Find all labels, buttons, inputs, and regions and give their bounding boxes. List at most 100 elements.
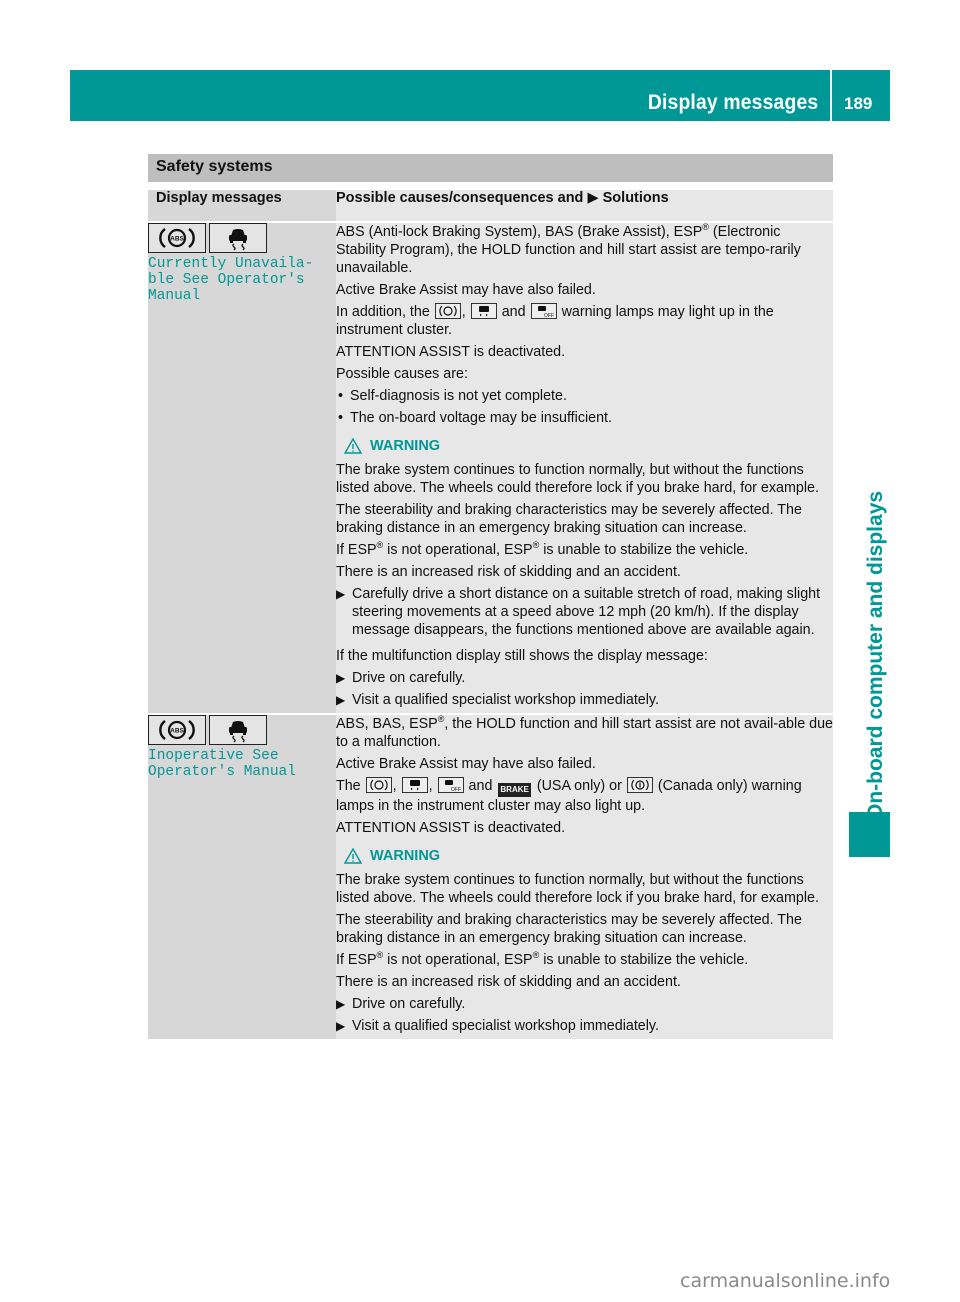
step-arrow-icon: ▶ xyxy=(336,693,346,707)
display-messages-table: Display messages Possible causes/consequ… xyxy=(148,190,833,1039)
paragraph: ATTENTION ASSIST is deactivated. xyxy=(336,344,566,360)
text: The xyxy=(336,778,361,794)
paragraph: Active Brake Assist may have also failed… xyxy=(336,282,596,298)
message-icons: ABS xyxy=(148,715,336,745)
column-header-display-messages: Display messages xyxy=(148,190,336,222)
text: ABS (Anti-lock Braking System), BAS (Bra… xyxy=(336,224,703,240)
paragraph: ABS (Anti-lock Braking System), BAS (Bra… xyxy=(336,223,833,277)
esp-off-lamp-icon: OFF xyxy=(437,777,464,793)
bullet-icon: • xyxy=(338,410,344,426)
text: , xyxy=(461,304,466,320)
chapter-marker-block xyxy=(849,812,890,857)
list-item: • Self-diagnosis is not yet complete. xyxy=(336,387,833,405)
abs-lamp-icon xyxy=(434,303,461,319)
table-row: ABS Currently Unavaila- ble See Operator… xyxy=(148,221,833,714)
paragraph: Possible causes are: xyxy=(336,366,468,382)
watermark: carmanualsonline.info xyxy=(680,1270,891,1292)
esp-skid-icon xyxy=(209,223,267,253)
list-item: • The on-board voltage may be insufficien… xyxy=(336,409,833,427)
text: is unable to stabilize the vehicle. xyxy=(539,952,749,968)
causes-solutions-cell: ABS, BAS, ESP®, the HOLD function and hi… xyxy=(336,713,833,1039)
page-number-box: 189 xyxy=(832,70,890,121)
svg-text:ABS: ABS xyxy=(170,728,184,735)
solution-step: ▶ Visit a qualified specialist workshop i… xyxy=(336,1017,833,1035)
text: , xyxy=(428,778,433,794)
text: and xyxy=(501,304,526,320)
paragraph: If the multifunction display still shows… xyxy=(336,648,708,664)
bullet-icon: • xyxy=(338,388,344,404)
solution-step: ▶ Visit a qualified specialist workshop i… xyxy=(336,691,833,709)
svg-text:OFF: OFF xyxy=(544,313,554,318)
paragraph: The steerability and braking characteris… xyxy=(336,502,802,536)
paragraph: The brake system continues to function n… xyxy=(336,872,819,906)
text: Self-diagnosis is not yet complete. xyxy=(350,388,567,404)
column-header-text-a: Possible causes/consequences and xyxy=(336,190,584,206)
text: If ESP xyxy=(336,542,377,558)
svg-text:OFF: OFF xyxy=(451,787,461,792)
esp-lamp-icon xyxy=(470,303,497,319)
text: Visit a qualified specialist workshop im… xyxy=(352,1018,659,1034)
text: is not operational, ESP xyxy=(383,952,533,968)
step-arrow-icon: ▶ xyxy=(336,997,346,1011)
parking-brake-lamp-icon xyxy=(626,777,653,793)
paragraph: If ESP® is not operational, ESP® is unab… xyxy=(336,541,833,559)
column-header-text-b: Solutions xyxy=(602,190,669,206)
display-message-cell: ABS Currently Unavaila- ble See Operator… xyxy=(148,221,336,714)
paragraph: Active Brake Assist may have also failed… xyxy=(336,756,596,772)
esp-off-lamp-icon: OFF xyxy=(530,303,557,319)
solution-step: ▶ Drive on carefully. xyxy=(336,995,833,1013)
abs-warning-icon: ABS xyxy=(148,715,206,745)
step-arrow-icon: ▶ xyxy=(336,671,346,685)
table-header-row: Display messages Possible causes/consequ… xyxy=(148,190,833,222)
esp-skid-icon xyxy=(209,715,267,745)
brake-lamp-icon: BRAKE xyxy=(498,783,531,797)
text: In addition, the xyxy=(336,304,430,320)
paragraph: The brake system continues to function n… xyxy=(336,462,819,496)
warning-heading: WARNING xyxy=(344,847,833,865)
step-arrow-icon: ▶ xyxy=(336,1019,346,1033)
text: If ESP xyxy=(336,952,377,968)
table-row: ABS Inoperative See Operator's Manual AB… xyxy=(148,713,833,1039)
section-title: Safety systems xyxy=(156,158,273,175)
text: is unable to stabilize the vehicle. xyxy=(539,542,749,558)
causes-solutions-cell: ABS (Anti-lock Braking System), BAS (Bra… xyxy=(336,221,833,714)
solution-step: ▶ Carefully drive a short distance on a s… xyxy=(336,585,833,639)
solution-step: ▶ Drive on carefully. xyxy=(336,669,833,687)
step-arrow-icon: ▶ xyxy=(336,587,346,601)
svg-text:ABS: ABS xyxy=(170,236,184,243)
warning-label: WARNING xyxy=(370,848,441,864)
paragraph: ABS, BAS, ESP®, the HOLD function and hi… xyxy=(336,715,833,751)
paragraph: If ESP® is not operational, ESP® is unab… xyxy=(336,951,833,969)
column-header-causes-solutions: Possible causes/consequences and ▶ Solut… xyxy=(336,190,833,222)
text: and xyxy=(468,778,493,794)
paragraph: The steerability and braking characteris… xyxy=(336,912,802,946)
section-heading: Safety systems xyxy=(148,154,833,182)
text: ABS, BAS, ESP xyxy=(336,716,438,732)
paragraph: The , , OFF and BRAKE (USA only) or (Can… xyxy=(336,777,833,815)
text: Carefully drive a short distance on a su… xyxy=(352,586,821,638)
text: (USA only) or xyxy=(536,778,622,794)
esp-lamp-icon xyxy=(401,777,428,793)
display-message-text: Currently Unavaila- ble See Operator's M… xyxy=(148,256,314,304)
paragraph: There is an increased risk of skidding a… xyxy=(336,974,681,990)
chapter-side-tab: On-board computer and displays xyxy=(848,210,893,820)
display-message-cell: ABS Inoperative See Operator's Manual xyxy=(148,713,336,1039)
chapter-side-tab-label: On-board computer and displays xyxy=(864,490,887,820)
text: Visit a qualified specialist workshop im… xyxy=(352,692,659,708)
warning-triangle-icon xyxy=(344,848,362,864)
message-icons: ABS xyxy=(148,223,336,253)
page-header-bar: Display messages xyxy=(70,70,830,121)
paragraph: There is an increased risk of skidding a… xyxy=(336,564,681,580)
text: The on-board voltage may be insufficient… xyxy=(350,410,613,426)
text: Drive on carefully. xyxy=(352,670,466,686)
warning-triangle-icon xyxy=(344,438,362,454)
display-message-text: Inoperative See Operator's Manual xyxy=(148,748,296,780)
warning-heading: WARNING xyxy=(344,437,833,455)
page-header-title: Display messages xyxy=(647,91,818,114)
page-number: 189 xyxy=(844,94,873,113)
warning-label: WARNING xyxy=(370,438,441,454)
text: Drive on carefully. xyxy=(352,996,466,1012)
text: , xyxy=(392,778,397,794)
paragraph: In addition, the , and OFF warning lamps… xyxy=(336,303,833,339)
solution-arrow-icon: ▶ xyxy=(587,190,599,206)
